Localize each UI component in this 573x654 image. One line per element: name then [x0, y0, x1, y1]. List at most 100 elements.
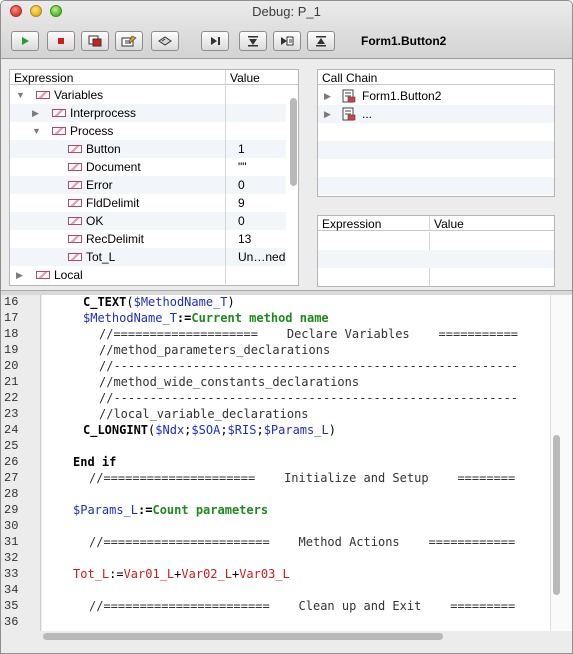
- empty-row: [318, 123, 554, 141]
- line-number-gutter: 16 17 18 19 20 21 22 23 24 25 26 27 28 29 30 31 32 33 34 35…: [1, 295, 41, 631]
- expression-column-header[interactable]: Expression: [14, 71, 73, 85]
- expression-label: OK: [86, 214, 104, 228]
- disclosure-triangle-icon[interactable]: ▼: [32, 122, 41, 140]
- column-separator: [225, 86, 226, 284]
- disclosure-triangle-icon[interactable]: ▼: [16, 86, 25, 104]
- method-icon: [342, 89, 356, 103]
- column-separator: [429, 216, 430, 230]
- expression-label: Local: [54, 268, 83, 282]
- expression-label: Interprocess: [70, 106, 137, 120]
- up-icon: [316, 36, 326, 47]
- expression-value: 9: [238, 196, 245, 210]
- expression-pane: Expression Value ▼ Variables ▶ Interprocess…: [9, 69, 299, 286]
- expression-row[interactable]: ▼ Variables: [10, 86, 286, 104]
- abort-icon: [88, 35, 102, 47]
- step-out-icon: [281, 36, 294, 46]
- window-title: Debug: P_1: [252, 4, 321, 19]
- call-chain-item-label: Form1.Button2: [362, 89, 442, 103]
- watch-row[interactable]: [318, 232, 554, 250]
- line-number: 35: [4, 599, 19, 613]
- empty-row: [318, 177, 554, 195]
- variable-icon: [68, 253, 82, 261]
- watch-expression-header[interactable]: Expression: [322, 217, 381, 231]
- code-line: //--------------------------------------…: [99, 359, 519, 373]
- expression-row[interactable]: Error 0: [10, 176, 286, 194]
- run-button[interactable]: [11, 31, 39, 51]
- debug-window: Debug: P_1 Form1.Button2 Expression Valu…: [0, 0, 573, 654]
- expression-label: Variables: [54, 88, 104, 102]
- expression-label: Error: [86, 178, 113, 192]
- empty-row: [318, 159, 554, 177]
- line-number: 24: [4, 423, 19, 437]
- editor-vscroll-thumb[interactable]: [553, 435, 560, 595]
- line-number: 29: [4, 503, 19, 517]
- code-line: //--------------------------------------…: [99, 391, 519, 405]
- abort-button[interactable]: [81, 31, 109, 51]
- expression-row[interactable]: ▶ Local: [10, 266, 286, 284]
- code-line: End if: [73, 455, 117, 469]
- editor-vscroll-track: [550, 295, 572, 631]
- expression-value: "": [238, 160, 247, 174]
- expression-pane-header: Expression Value: [10, 70, 298, 85]
- watch-value-header[interactable]: Value: [434, 217, 464, 231]
- current-form-label: Form1.Button2: [361, 34, 447, 48]
- code-line: //===================== Initialize and S…: [89, 471, 516, 485]
- editor-hscroll-thumb[interactable]: [43, 633, 443, 640]
- call-chain-item[interactable]: ▶ ...: [318, 105, 554, 123]
- expression-row[interactable]: ▶ Interprocess: [10, 104, 286, 122]
- watch-pane: Expression Value: [317, 215, 555, 287]
- value-column-header[interactable]: Value: [230, 71, 260, 85]
- line-number: 21: [4, 375, 19, 389]
- expression-label: RecDelimit: [86, 232, 145, 246]
- step-out-button[interactable]: [273, 31, 301, 51]
- code-line: //==================== Declare Variables…: [99, 327, 519, 341]
- stop-icon: [58, 38, 64, 44]
- step-up-button[interactable]: [307, 31, 335, 51]
- expression-value: 0: [238, 214, 245, 228]
- disclosure-triangle-icon[interactable]: ▶: [324, 105, 331, 123]
- step-over-button[interactable]: [201, 31, 229, 51]
- code-line: //method_parameters_declarations: [99, 343, 331, 357]
- variable-icon: [36, 271, 50, 279]
- code-editor[interactable]: C_TEXT($MethodName_T) $MethodName_T:=Cur…: [42, 295, 550, 631]
- line-number: 30: [4, 519, 19, 533]
- expression-row[interactable]: Document "": [10, 158, 286, 176]
- watch-row[interactable]: [318, 250, 554, 268]
- expression-label: Document: [86, 160, 141, 174]
- save-state-button[interactable]: [151, 31, 179, 51]
- expression-row[interactable]: Button 1: [10, 140, 286, 158]
- step-into-icon: [248, 36, 258, 47]
- expression-row[interactable]: FldDelimit 9: [10, 194, 286, 212]
- expression-scrollbar[interactable]: [290, 98, 297, 186]
- watch-row[interactable]: [318, 268, 554, 286]
- variable-icon: [52, 109, 66, 117]
- line-number: 32: [4, 551, 19, 565]
- stop-button[interactable]: [47, 31, 75, 51]
- expression-row[interactable]: RecDelimit 13: [10, 230, 286, 248]
- expression-label: FldDelimit: [86, 196, 140, 210]
- code-line: //======================= Clean up and E…: [89, 599, 516, 613]
- expression-label: Tot_L: [86, 250, 116, 264]
- disk-icon: [158, 36, 172, 46]
- disclosure-triangle-icon[interactable]: ▶: [16, 266, 23, 284]
- step-into-button[interactable]: [239, 31, 267, 51]
- disclosure-triangle-icon[interactable]: ▶: [32, 104, 39, 122]
- variable-icon: [36, 91, 50, 99]
- line-number: 25: [4, 439, 19, 453]
- code-line: //local_variable_declarations: [99, 407, 309, 421]
- play-icon: [22, 37, 29, 45]
- variable-icon: [68, 163, 82, 171]
- line-number: 36: [4, 615, 19, 629]
- line-number: 31: [4, 535, 19, 549]
- variable-icon: [68, 235, 82, 243]
- edit-method-button[interactable]: [115, 31, 143, 51]
- disclosure-triangle-icon[interactable]: ▶: [324, 87, 331, 105]
- watch-pane-header: Expression Value: [318, 216, 554, 231]
- line-number: 19: [4, 343, 19, 357]
- expression-value: 0: [238, 178, 245, 192]
- expression-row[interactable]: OK 0: [10, 212, 286, 230]
- expression-row[interactable]: Tot_L Un…ned: [10, 248, 286, 266]
- call-chain-header: Call Chain: [318, 70, 554, 85]
- expression-row[interactable]: ▼ Process: [10, 122, 286, 140]
- call-chain-item[interactable]: ▶ Form1.Button2: [318, 87, 554, 105]
